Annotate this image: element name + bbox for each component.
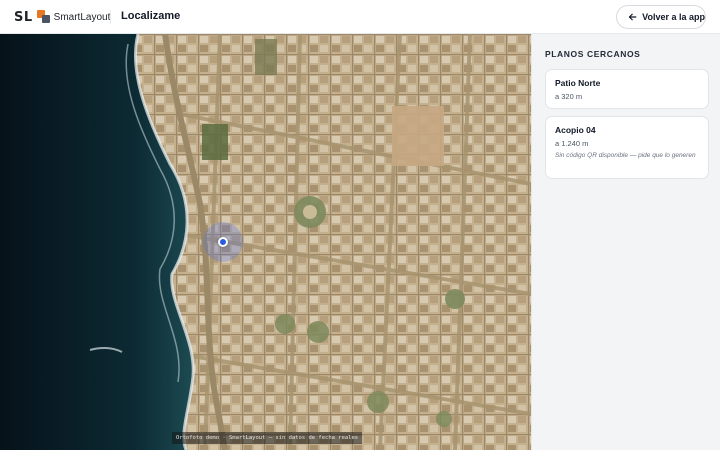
panel-heading: PLANOS CERCANOS xyxy=(545,49,641,59)
logo-name: SmartLayout xyxy=(53,11,111,23)
satellite-map[interactable]: Ortofoto demo · SmartLayout — sin datos … xyxy=(0,34,531,450)
logo-initials: SL xyxy=(14,9,33,25)
plan-card[interactable]: Acopio 04 a 1.240 m Sin código QR dispon… xyxy=(545,116,709,179)
logo-mark-icon xyxy=(36,10,51,24)
back-to-app-button[interactable]: Volver a la app xyxy=(616,5,706,29)
plan-name: Patio Norte xyxy=(555,78,601,88)
plan-distance: a 1.240 m xyxy=(555,139,589,148)
page-title: Localizame xyxy=(121,10,181,22)
smartlayout-logo[interactable]: SL SmartLayout xyxy=(14,9,110,25)
plan-name: Acopio 04 xyxy=(555,125,596,135)
plan-card[interactable]: Patio Norte a 320 m xyxy=(545,69,709,109)
map-attribution: Ortofoto demo · SmartLayout — sin datos … xyxy=(172,432,363,444)
arrow-left-icon xyxy=(628,13,637,21)
header-divider xyxy=(110,10,111,24)
current-location-marker[interactable] xyxy=(218,237,228,247)
top-bar: SL SmartLayout Localizame Volver a la ap… xyxy=(0,0,720,34)
satellite-imagery xyxy=(0,34,531,450)
plan-note: Sin código QR disponible — pide que lo g… xyxy=(555,152,696,159)
nearby-plans-panel: PLANOS CERCANOS Patio Norte a 320 m Acop… xyxy=(531,34,720,450)
back-to-app-label: Volver a la app xyxy=(642,12,705,22)
plan-distance: a 320 m xyxy=(555,92,583,101)
